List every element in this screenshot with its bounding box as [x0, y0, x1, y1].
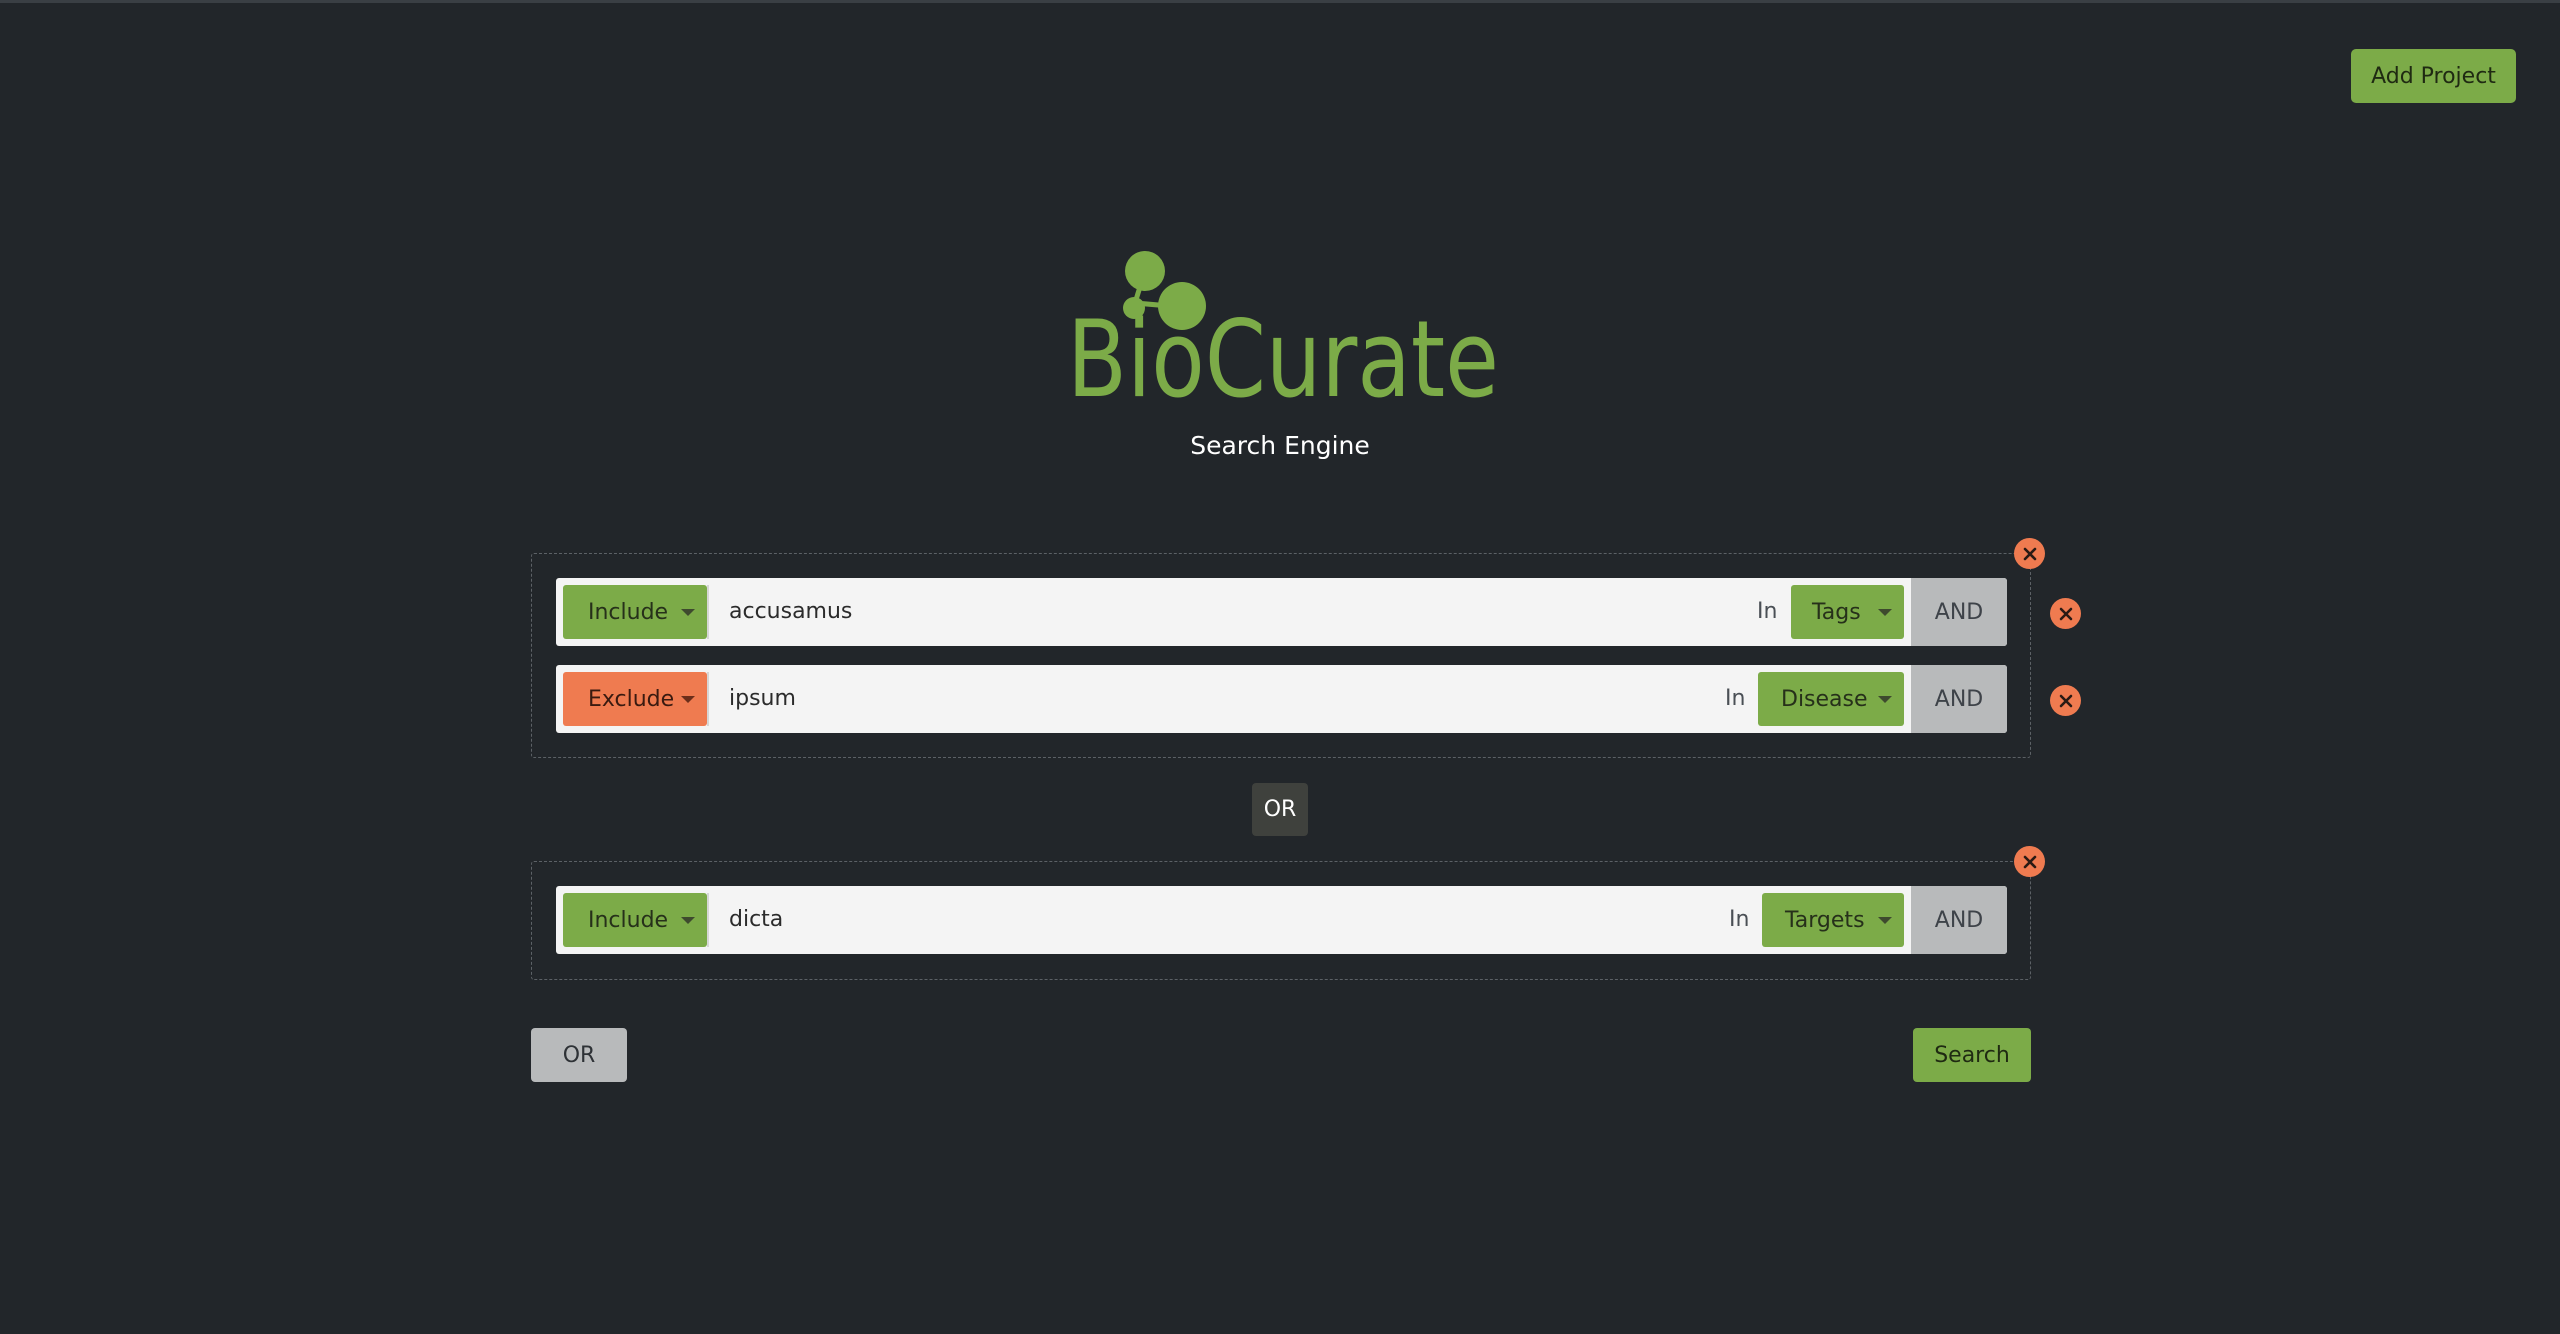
in-label: In — [1729, 907, 1750, 932]
include-exclude-dropdown[interactable]: Include — [563, 893, 707, 947]
in-label: In — [1725, 686, 1746, 711]
biocurate-logo: BioCurate — [1067, 251, 1499, 401]
include-exclude-dropdown[interactable]: Include — [563, 585, 707, 639]
caret-down-icon — [1878, 696, 1892, 703]
query-row: Include dicta In Targets AND — [556, 886, 2007, 954]
remove-row-button[interactable] — [2050, 685, 2081, 716]
close-icon — [2023, 855, 2036, 868]
group-connector-or[interactable]: OR — [1252, 783, 1308, 836]
field-label: Targets — [1785, 907, 1865, 933]
remove-group-2-button[interactable] — [2014, 846, 2045, 877]
divider — [707, 893, 709, 947]
close-icon — [2059, 694, 2072, 707]
include-exclude-dropdown[interactable]: Exclude — [563, 672, 707, 726]
caret-down-icon — [1878, 917, 1892, 924]
page-subtitle: Search Engine — [1190, 431, 1370, 460]
and-button[interactable]: AND — [1911, 578, 2007, 646]
query-row: Include accusamus In Tags AND — [556, 578, 2007, 646]
caret-down-icon — [681, 609, 695, 616]
caret-down-icon — [681, 917, 695, 924]
search-term-input[interactable]: ipsum — [729, 665, 796, 733]
divider — [707, 585, 709, 639]
remove-group-1-button[interactable] — [2014, 538, 2045, 569]
field-dropdown[interactable]: Targets — [1762, 893, 1904, 947]
brand-name: BioCurate — [1067, 298, 1499, 401]
divider — [707, 672, 709, 726]
field-dropdown[interactable]: Disease — [1758, 672, 1904, 726]
search-button[interactable]: Search — [1913, 1028, 2031, 1082]
mode-label: Include — [588, 907, 669, 933]
in-label: In — [1757, 599, 1778, 624]
field-label: Disease — [1781, 686, 1868, 712]
mode-label: Include — [588, 599, 669, 625]
caret-down-icon — [681, 696, 695, 703]
close-icon — [2059, 607, 2072, 620]
field-dropdown[interactable]: Tags — [1791, 585, 1904, 639]
query-row: Exclude ipsum In Disease AND — [556, 665, 2007, 733]
add-or-group-button[interactable]: OR — [531, 1028, 627, 1082]
mode-label: Exclude — [588, 686, 675, 712]
caret-down-icon — [1878, 609, 1892, 616]
field-label: Tags — [1812, 599, 1861, 625]
and-button[interactable]: AND — [1911, 886, 2007, 954]
and-button[interactable]: AND — [1911, 665, 2007, 733]
search-term-input[interactable]: accusamus — [729, 578, 852, 646]
search-term-input[interactable]: dicta — [729, 886, 783, 954]
close-icon — [2023, 547, 2036, 560]
add-project-button[interactable]: Add Project — [2351, 49, 2516, 103]
remove-row-button[interactable] — [2050, 598, 2081, 629]
